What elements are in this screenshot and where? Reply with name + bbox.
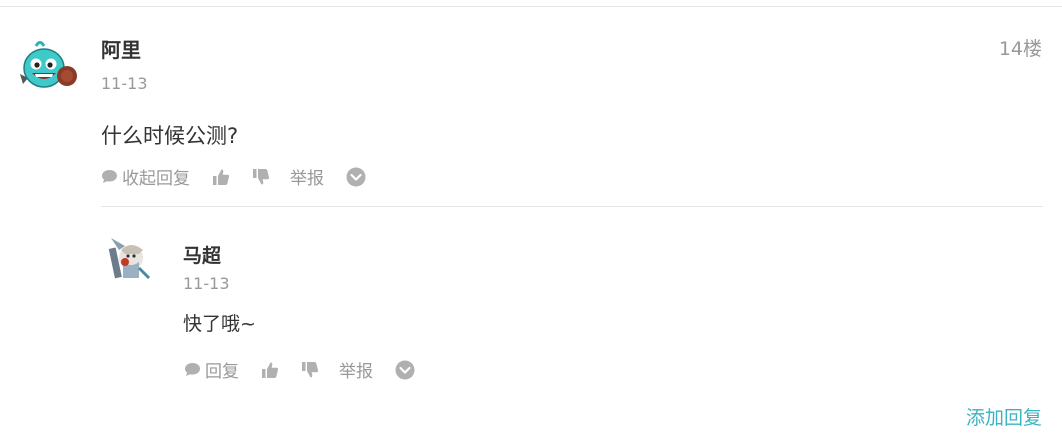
reply-dislike-button[interactable] <box>301 361 319 379</box>
reply-author-name[interactable]: 马超 <box>183 241 221 268</box>
top-divider <box>0 6 1062 7</box>
reply-label: 回复 <box>205 362 239 382</box>
reply-more-options-button[interactable] <box>395 360 415 380</box>
reply-date: 11-13 <box>183 274 230 293</box>
collapse-replies-label: 收起回复 <box>122 169 190 189</box>
reply-report-button[interactable]: 举报 <box>339 357 373 382</box>
reply-button[interactable]: 回复 <box>184 357 239 382</box>
like-button[interactable] <box>212 168 230 186</box>
thumbs-down-icon <box>252 168 270 186</box>
thumbs-up-icon <box>261 361 279 379</box>
floor-number: 14楼 <box>998 38 1042 60</box>
collapse-replies-button[interactable]: 收起回复 <box>101 164 190 189</box>
comment-icon <box>101 169 118 184</box>
reply-like-button[interactable] <box>261 361 279 379</box>
avatar[interactable] <box>18 40 78 94</box>
reply-content: 快了哦~ <box>183 313 256 335</box>
dislike-button[interactable] <box>252 168 270 186</box>
report-label: 举报 <box>290 169 324 189</box>
reply-divider <box>101 206 1043 207</box>
author-name[interactable]: 阿里 <box>101 34 141 63</box>
post-date: 11-13 <box>101 74 148 93</box>
comment-icon <box>184 362 201 377</box>
more-options-button[interactable] <box>346 167 366 187</box>
reply-action-bar: 回复 举报 <box>184 357 437 382</box>
post-content: 什么时候公测? <box>101 124 239 148</box>
report-button[interactable]: 举报 <box>290 164 324 189</box>
chevron-down-icon <box>395 360 415 380</box>
reply-report-label: 举报 <box>339 362 373 382</box>
reply-avatar[interactable] <box>103 234 155 286</box>
post-action-bar: 收起回复 举报 <box>101 164 388 189</box>
chevron-down-icon <box>346 167 366 187</box>
thumbs-down-icon <box>301 361 319 379</box>
thumbs-up-icon <box>212 168 230 186</box>
add-reply-button[interactable]: 添加回复 <box>966 403 1042 430</box>
